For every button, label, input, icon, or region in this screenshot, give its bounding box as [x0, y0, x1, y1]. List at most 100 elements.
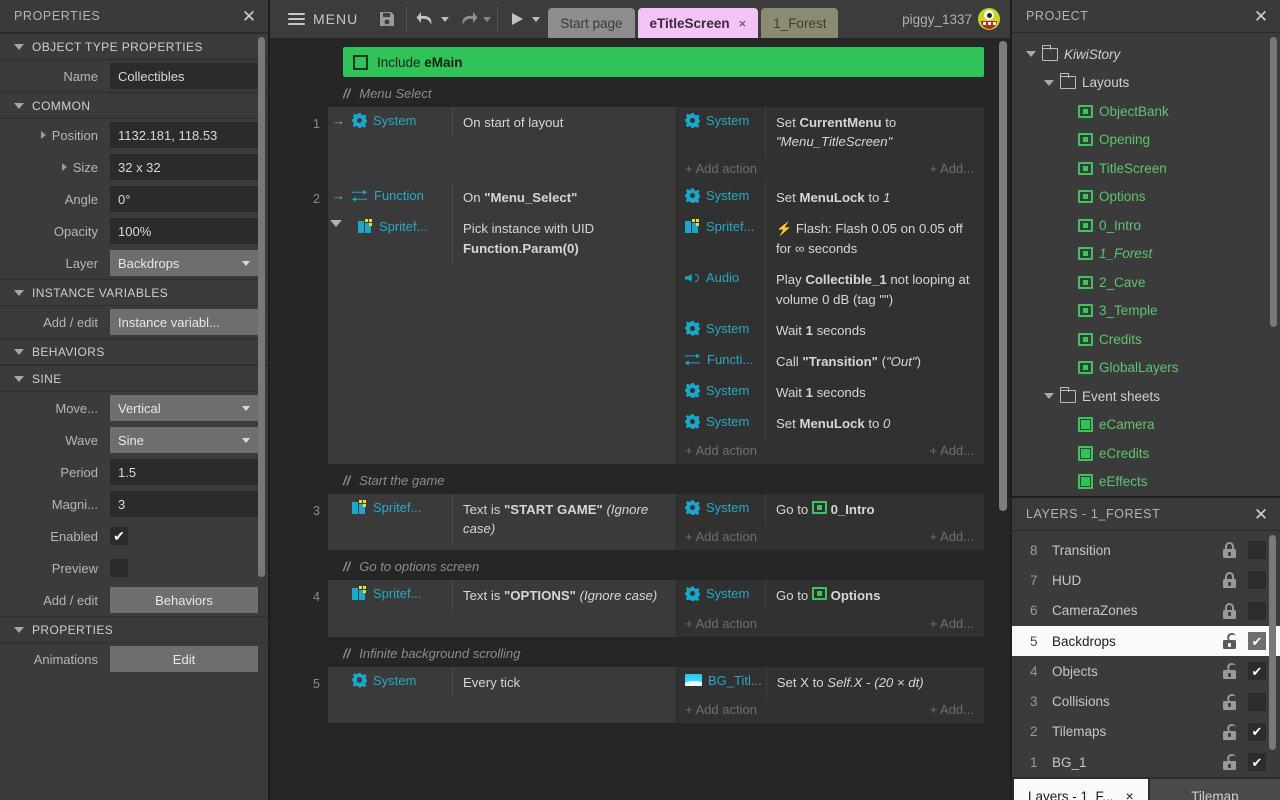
- property-input-magni[interactable]: 3: [110, 491, 258, 517]
- tree-item-2-cave[interactable]: 2_Cave: [1012, 268, 1280, 297]
- chevron-down-icon[interactable]: [14, 376, 24, 382]
- save-floppy-icon[interactable]: [374, 6, 400, 32]
- lock-open-icon[interactable]: [1222, 754, 1237, 770]
- close-icon[interactable]: ✕: [1252, 8, 1270, 25]
- tab-start-page[interactable]: Start page: [548, 8, 634, 38]
- condition-row[interactable]: →FunctionOn "Menu_Select": [328, 182, 675, 213]
- add-action-label[interactable]: + Add action: [685, 616, 757, 631]
- include-event-sheet-row[interactable]: Include eMain: [343, 47, 984, 77]
- chevron-down-icon[interactable]: [1026, 51, 1036, 57]
- lock-closed-icon[interactable]: [1222, 603, 1237, 619]
- close-icon[interactable]: ✕: [240, 8, 258, 25]
- add-action-row[interactable]: + Add action+ Add...: [675, 439, 984, 464]
- play-preview-icon[interactable]: [504, 6, 530, 32]
- tree-item-objectbank[interactable]: ObjectBank: [1012, 97, 1280, 126]
- tree-item-globallayers[interactable]: GlobalLayers: [1012, 354, 1280, 383]
- tree-item-options[interactable]: Options: [1012, 183, 1280, 212]
- property-button-instance-variables[interactable]: Instance variabl...: [110, 309, 258, 335]
- action-row[interactable]: SystemWait 1 seconds: [675, 315, 984, 346]
- redo-icon[interactable]: [455, 6, 481, 32]
- actions-column[interactable]: SystemSet MenuLock to 1Spritef...⚡ Flash…: [675, 182, 984, 464]
- properties-scrollbar[interactable]: [258, 37, 265, 577]
- chevron-right-icon[interactable]: [62, 163, 67, 171]
- property-input-period[interactable]: 1.5: [110, 459, 258, 485]
- condition-row[interactable]: SystemEvery tick: [328, 667, 675, 698]
- tree-item-ecredits[interactable]: eCredits: [1012, 439, 1280, 468]
- action-row[interactable]: BG_Titl...Set X to Self.X - (20 × dt): [675, 667, 984, 698]
- lock-closed-icon[interactable]: [1222, 542, 1237, 558]
- action-row[interactable]: SystemSet CurrentMenu to "Menu_TitleScre…: [675, 107, 984, 157]
- add-more-label[interactable]: + Add...: [930, 702, 974, 717]
- property-checkbox-preview[interactable]: [110, 559, 128, 577]
- lock-open-icon[interactable]: [1222, 694, 1237, 710]
- property-input-opacity[interactable]: 100%: [110, 218, 258, 244]
- condition-row[interactable]: Spritef...Pick instance with UID Functio…: [328, 213, 675, 263]
- tree-item-1-forest[interactable]: 1_Forest: [1012, 240, 1280, 269]
- chevron-down-icon[interactable]: [14, 44, 24, 50]
- add-action-label[interactable]: + Add action: [685, 161, 757, 176]
- actions-column[interactable]: BG_Titl...Set X to Self.X - (20 × dt)+ A…: [675, 667, 984, 723]
- property-button-behaviors[interactable]: Behaviors: [110, 587, 258, 613]
- action-row[interactable]: SystemSet MenuLock to 0: [675, 408, 984, 439]
- add-action-row[interactable]: + Add action + Add...: [675, 698, 984, 723]
- condition-row[interactable]: →SystemOn start of layout: [328, 107, 675, 138]
- condition-row[interactable]: Spritef...Text is "START GAME" (Ignore c…: [328, 494, 675, 544]
- add-action-row[interactable]: + Add action+ Add...: [675, 525, 984, 550]
- tree-item-3-temple[interactable]: 3_Temple: [1012, 297, 1280, 326]
- conditions-column[interactable]: →SystemOn start of layout: [328, 107, 675, 182]
- preview-dropdown-icon[interactable]: [532, 17, 540, 22]
- actions-column[interactable]: SystemGo to Options + Add action + Add...: [675, 580, 984, 636]
- dock-tab-close-icon[interactable]: ×: [1126, 788, 1134, 800]
- property-input-angle[interactable]: 0°: [110, 186, 258, 212]
- property-input-name[interactable]: Collectibles: [110, 63, 258, 89]
- action-row[interactable]: SystemGo to Options: [675, 580, 984, 611]
- property-input-size[interactable]: 32 x 32: [110, 154, 258, 180]
- layer-visibility-checkbox[interactable]: ✔: [1248, 662, 1266, 680]
- add-more-label[interactable]: + Add...: [930, 616, 974, 631]
- add-action-label[interactable]: + Add action: [685, 529, 757, 544]
- dock-tab-layers-1-f-[interactable]: Layers - 1_F...×: [1014, 779, 1148, 800]
- layer-row-tilemaps[interactable]: 2Tilemaps✔: [1012, 717, 1280, 747]
- lock-open-icon[interactable]: [1222, 724, 1237, 740]
- property-input-position[interactable]: 1132.181, 118.53: [110, 122, 258, 148]
- layer-row-backdrops[interactable]: 5Backdrops✔: [1012, 626, 1280, 656]
- layer-row-objects[interactable]: 4Objects✔: [1012, 656, 1280, 686]
- property-checkbox-enabled[interactable]: ✔: [110, 527, 128, 545]
- conditions-column[interactable]: Spritef...Text is "START GAME" (Ignore c…: [328, 494, 675, 550]
- action-row[interactable]: SystemGo to 0_Intro: [675, 494, 984, 525]
- menu-button[interactable]: MENU: [280, 0, 366, 38]
- chevron-down-icon[interactable]: [14, 290, 24, 296]
- tree-item-kiwistory[interactable]: KiwiStory: [1012, 40, 1280, 69]
- add-action-label[interactable]: + Add action: [685, 702, 757, 717]
- action-row[interactable]: Functi...Call "Transition" ("Out"): [675, 346, 984, 377]
- tree-item-layouts[interactable]: Layouts: [1012, 69, 1280, 98]
- action-row[interactable]: SystemWait 1 seconds: [675, 377, 984, 408]
- lock-open-icon[interactable]: [1222, 633, 1237, 649]
- conditions-column[interactable]: SystemEvery tick: [328, 667, 675, 723]
- layer-visibility-checkbox[interactable]: ✔: [1248, 632, 1266, 650]
- add-action-label[interactable]: + Add action: [685, 443, 757, 458]
- layer-visibility-checkbox[interactable]: [1248, 571, 1266, 589]
- chevron-down-icon[interactable]: [14, 627, 24, 633]
- user-account[interactable]: piggy_1337: [902, 0, 1000, 38]
- dock-tab-tilemap[interactable]: Tilemap: [1150, 779, 1280, 800]
- conditions-column[interactable]: →FunctionOn "Menu_Select"Spritef...Pick …: [328, 182, 675, 464]
- action-row[interactable]: AudioPlay Collectible_1 not looping at v…: [675, 264, 984, 314]
- chevron-right-icon[interactable]: [41, 131, 46, 139]
- add-more-label[interactable]: + Add...: [930, 161, 974, 176]
- tree-item-ecamera[interactable]: eCamera: [1012, 411, 1280, 440]
- property-dropdown-move[interactable]: Vertical: [110, 395, 258, 421]
- tree-item-0-intro[interactable]: 0_Intro: [1012, 211, 1280, 240]
- tab-close-icon[interactable]: ×: [739, 16, 747, 31]
- lock-closed-icon[interactable]: [1222, 572, 1237, 588]
- layer-visibility-checkbox[interactable]: ✔: [1248, 723, 1266, 741]
- tree-item-eeffects[interactable]: eEffects: [1012, 468, 1280, 497]
- layer-visibility-checkbox[interactable]: [1248, 602, 1266, 620]
- chevron-down-icon[interactable]: [14, 349, 24, 355]
- layer-row-bg_1[interactable]: 1BG_1✔: [1012, 747, 1280, 777]
- tree-item-credits[interactable]: Credits: [1012, 325, 1280, 354]
- condition-row[interactable]: Spritef...Text is "OPTIONS" (Ignore case…: [328, 580, 675, 611]
- layer-visibility-checkbox[interactable]: [1248, 693, 1266, 711]
- add-action-row[interactable]: + Add action + Add...: [675, 612, 984, 637]
- chevron-down-icon[interactable]: [14, 103, 24, 109]
